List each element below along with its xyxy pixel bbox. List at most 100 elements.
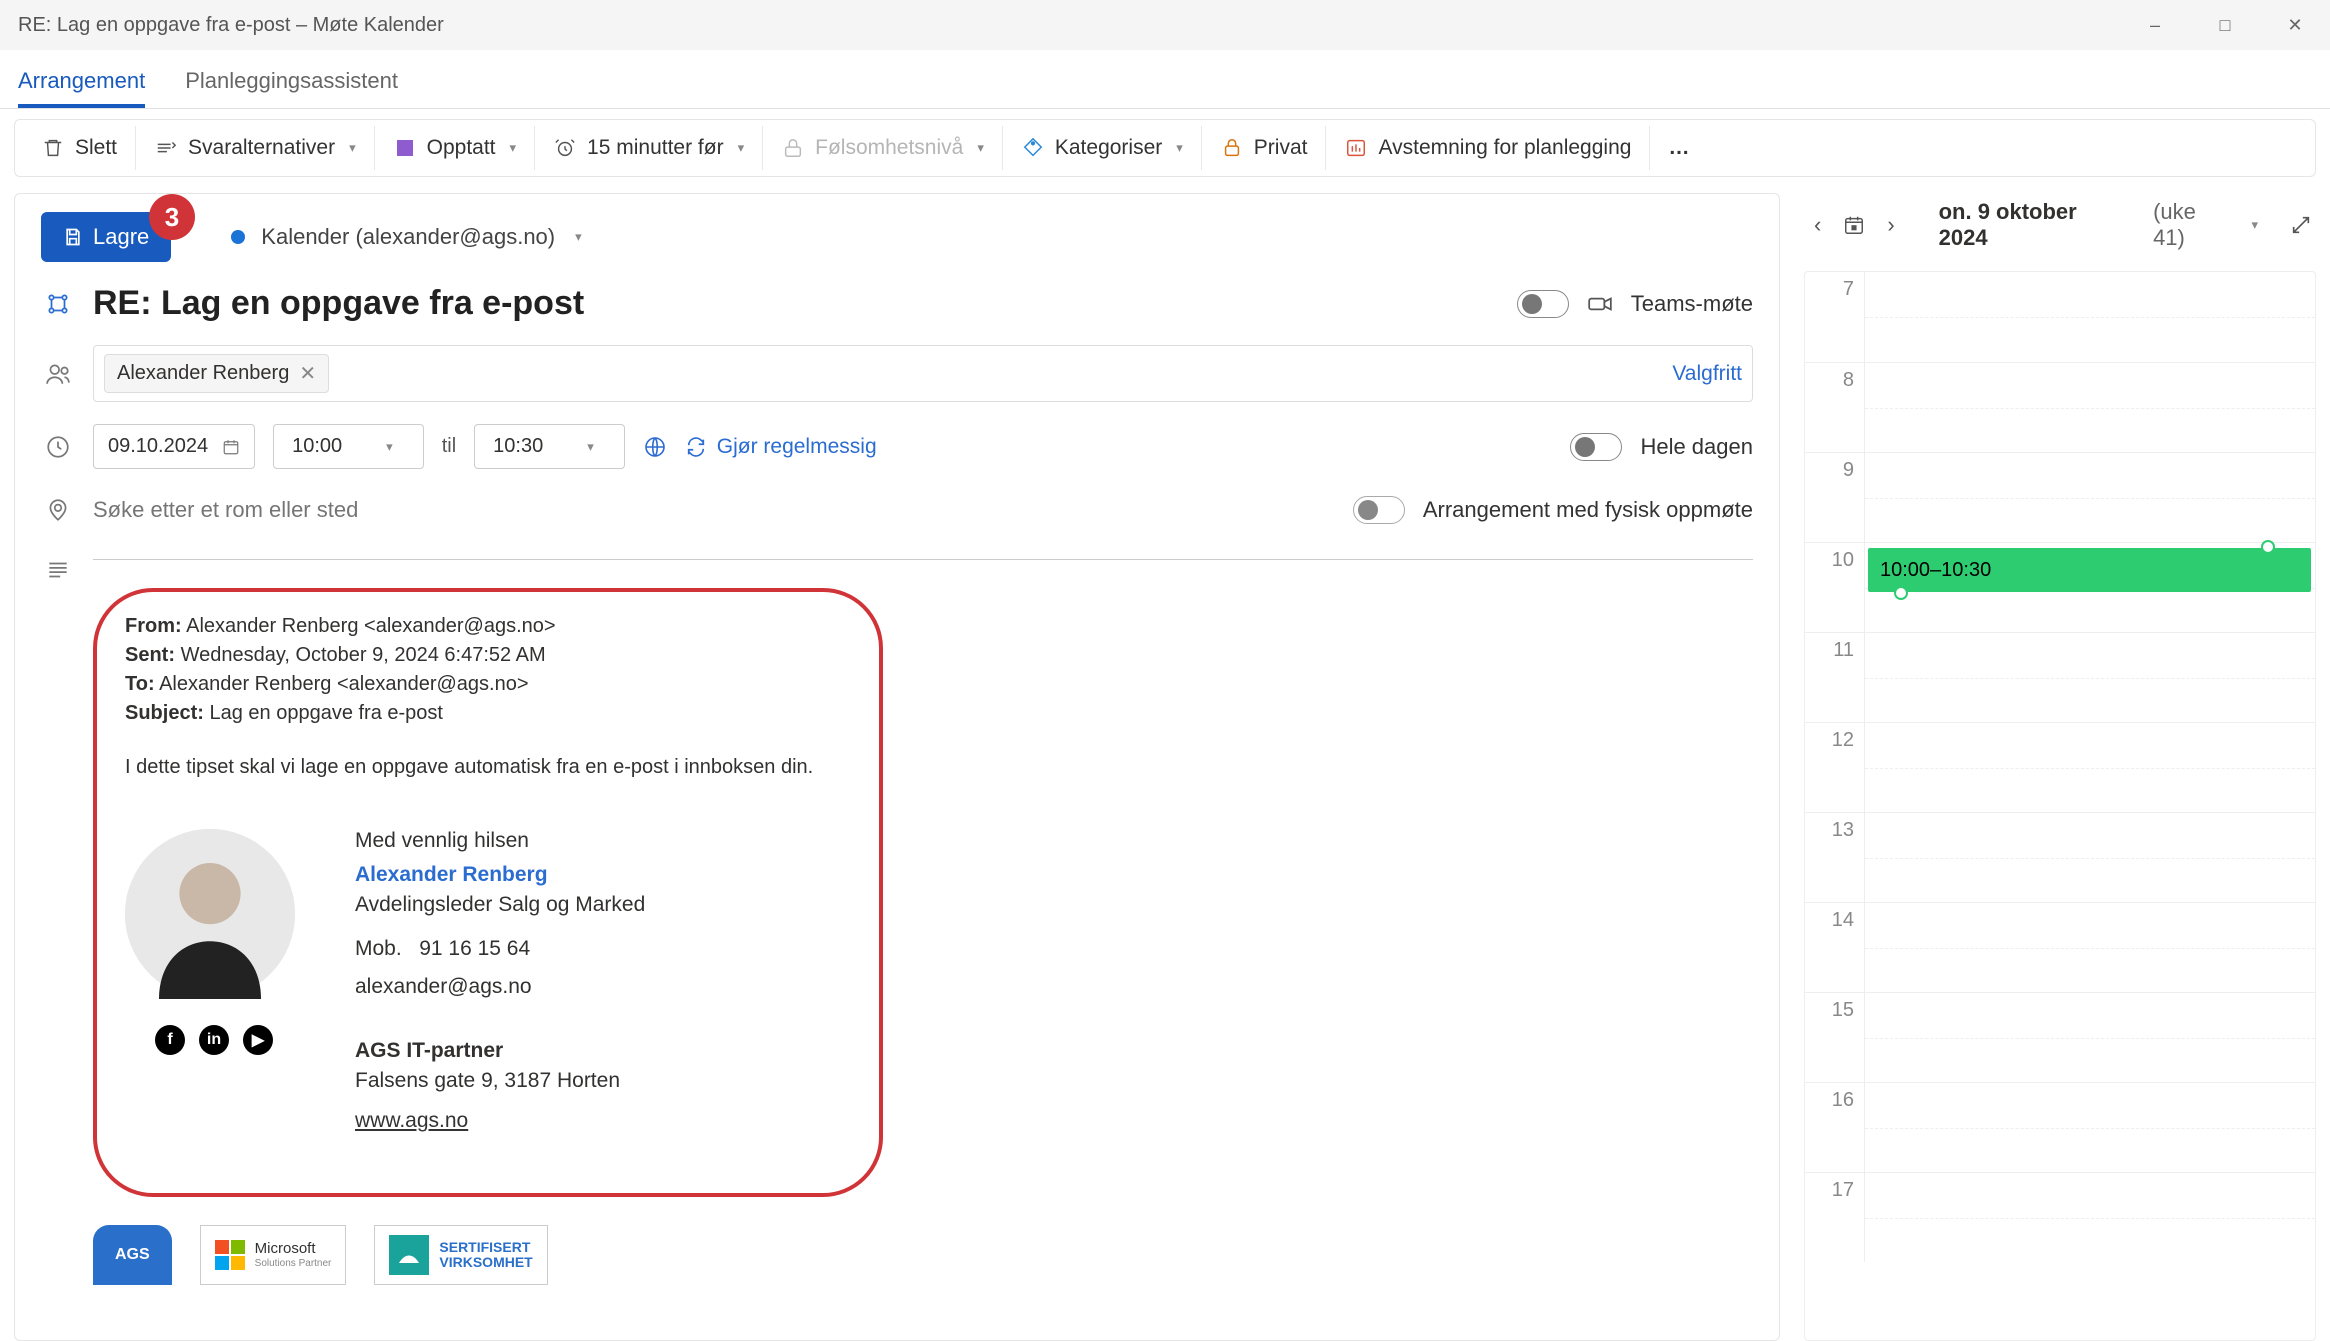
to-label: til	[442, 435, 456, 458]
hour-label: 16	[1805, 1083, 1865, 1172]
private-button[interactable]: Privat	[1201, 126, 1326, 170]
email-headers: From: Alexander Renberg <alexander@ags.n…	[125, 612, 851, 728]
email-body-text: I dette tipset skal vi lage en oppgave a…	[125, 756, 851, 779]
day-grid[interactable]: 7891011121314151617 10:00–10:30	[1804, 271, 2316, 1341]
hour-row[interactable]: 11	[1805, 632, 2315, 722]
hour-row[interactable]: 7	[1805, 272, 2315, 362]
microsoft-partner-logo: MicrosoftSolutions Partner	[200, 1225, 347, 1285]
signature-name: Alexander Renberg	[355, 863, 645, 887]
facebook-icon[interactable]: f	[155, 1025, 185, 1055]
body-editor[interactable]: From: Alexander Renberg <alexander@ags.n…	[93, 559, 1753, 1285]
youtube-icon[interactable]: ▶	[243, 1025, 273, 1055]
event-form: Lagre 3 Kalender (alexander@ags.no) ▾ RE…	[14, 193, 1780, 1341]
scheduling-poll-button[interactable]: Avstemning for planlegging	[1325, 126, 1649, 170]
window-close-button[interactable]: ✕	[2260, 0, 2330, 50]
description-icon	[41, 551, 75, 583]
chevron-down-icon: ▾	[575, 229, 582, 245]
categorize-button[interactable]: Kategoriser ▾	[1002, 126, 1201, 170]
footer-logos: AGS MicrosoftSolutions Partner SERTIFISE…	[93, 1225, 1753, 1285]
hour-label: 12	[1805, 723, 1865, 812]
trash-icon	[41, 136, 65, 160]
subject-settings-icon[interactable]	[41, 291, 75, 317]
tab-scheduling-assistant[interactable]: Planleggingsassistent	[185, 68, 398, 108]
calendar-icon	[222, 438, 240, 456]
avatar	[125, 829, 295, 999]
email-quote-callout: From: Alexander Renberg <alexander@ags.n…	[93, 588, 883, 1197]
hour-label: 17	[1805, 1173, 1865, 1262]
hour-label: 10	[1805, 543, 1865, 632]
tab-arrangement[interactable]: Arrangement	[18, 68, 145, 108]
window-titlebar: RE: Lag en oppgave fra e-post – Møte Kal…	[0, 0, 2330, 50]
hour-row[interactable]: 15	[1805, 992, 2315, 1082]
show-as-button[interactable]: Opptatt ▾	[374, 126, 534, 170]
hour-row[interactable]: 14	[1805, 902, 2315, 992]
hour-label: 11	[1805, 633, 1865, 722]
sensitivity-icon	[781, 136, 805, 160]
annotation-badge: 3	[149, 194, 195, 240]
hour-row[interactable]: 8	[1805, 362, 2315, 452]
poll-icon	[1344, 136, 1368, 160]
chevron-down-icon: ▾	[349, 140, 356, 156]
window-maximize-button[interactable]: □	[2190, 0, 2260, 50]
hour-row[interactable]: 9	[1805, 452, 2315, 542]
chevron-down-icon: ▾	[977, 140, 984, 156]
location-input[interactable]	[93, 491, 1335, 529]
expand-calendar-button[interactable]	[2286, 214, 2316, 236]
reminder-button[interactable]: 15 minutter før ▾	[534, 126, 762, 170]
calendar-date-label[interactable]: on. 9 oktober 2024	[1939, 199, 2131, 251]
prev-day-button[interactable]: ‹	[1810, 212, 1825, 238]
make-recurring-link[interactable]: Gjør regelmessig	[685, 435, 877, 459]
in-person-toggle[interactable]	[1353, 496, 1405, 524]
signature-block: f in ▶ Med vennlig hilsen Alexander Renb…	[125, 829, 851, 1139]
calendar-event[interactable]: 10:00–10:30	[1868, 548, 2311, 592]
calendar-selector[interactable]: Kalender (alexander@ags.no) ▾	[231, 224, 581, 250]
window-minimize-button[interactable]: –	[2120, 0, 2190, 50]
response-options-button[interactable]: Svaralternativer ▾	[135, 126, 374, 170]
window-title: RE: Lag en oppgave fra e-post – Møte Kal…	[18, 14, 444, 37]
teams-meeting-toggle[interactable]	[1517, 290, 1569, 318]
hour-row[interactable]: 17	[1805, 1172, 2315, 1262]
hour-label: 9	[1805, 453, 1865, 542]
optional-attendees-link[interactable]: Valgfritt	[1672, 362, 1742, 386]
busy-icon	[393, 136, 417, 160]
chevron-down-icon: ▾	[386, 439, 393, 455]
chevron-down-icon: ▾	[1176, 140, 1183, 156]
more-button[interactable]: …	[1649, 126, 1710, 170]
attendee-chip[interactable]: Alexander Renberg ✕	[104, 354, 329, 393]
next-day-button[interactable]: ›	[1883, 212, 1898, 238]
event-resize-handle-bottom[interactable]	[1894, 586, 1908, 600]
hour-row[interactable]: 16	[1805, 1082, 2315, 1172]
hour-row[interactable]: 12	[1805, 722, 2315, 812]
event-resize-handle-top[interactable]	[2261, 540, 2275, 554]
ellipsis-icon: …	[1668, 136, 1692, 160]
subject-input[interactable]: RE: Lag en oppgave fra e-post	[93, 284, 1499, 323]
website-link[interactable]: www.ags.no	[355, 1109, 645, 1133]
hour-row[interactable]: 13	[1805, 812, 2315, 902]
linkedin-icon[interactable]: in	[199, 1025, 229, 1055]
clock-icon	[41, 434, 75, 460]
timezone-button[interactable]	[643, 435, 667, 459]
hour-label: 13	[1805, 813, 1865, 902]
all-day-label: Hele dagen	[1640, 434, 1753, 460]
camera-icon	[1587, 291, 1613, 317]
end-time-input[interactable]: 10:30 ▾	[474, 424, 625, 469]
chevron-down-icon: ▾	[738, 140, 745, 156]
teams-meeting-label: Teams-møte	[1631, 291, 1753, 317]
start-date-input[interactable]: 09.10.2024	[93, 424, 255, 469]
sertifisert-logo: SERTIFISERTVIRKSOMHET	[374, 1225, 547, 1285]
today-button[interactable]	[1839, 214, 1869, 236]
attendees-input[interactable]: Alexander Renberg ✕ Valgfritt	[93, 345, 1753, 402]
start-time-input[interactable]: 10:00 ▾	[273, 424, 424, 469]
chevron-down-icon[interactable]: ▾	[2251, 217, 2258, 233]
location-icon	[41, 497, 75, 523]
tag-icon	[1021, 136, 1045, 160]
hour-label: 14	[1805, 903, 1865, 992]
hour-label: 15	[1805, 993, 1865, 1082]
calendar-week-label: (uke 41)	[2153, 199, 2233, 251]
all-day-toggle[interactable]	[1570, 433, 1622, 461]
ags-logo: AGS	[93, 1225, 172, 1285]
sensitivity-button[interactable]: Følsomhetsnivå ▾	[762, 126, 1002, 170]
delete-button[interactable]: Slett	[23, 126, 135, 170]
remove-attendee-icon[interactable]: ✕	[299, 361, 316, 386]
chevron-down-icon: ▾	[587, 439, 594, 455]
